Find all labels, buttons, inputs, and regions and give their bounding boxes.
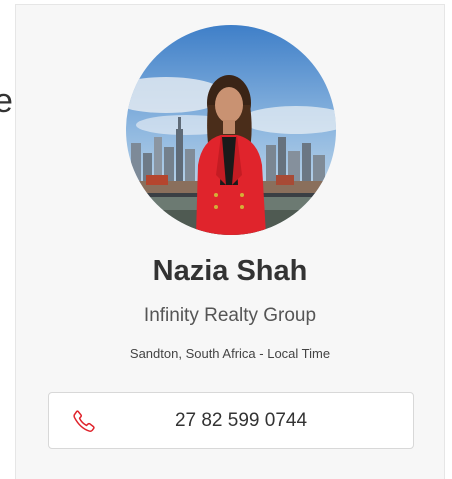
- agent-card: Nazia Shah Infinity Realty Group Sandton…: [15, 4, 445, 479]
- agent-avatar: [126, 25, 336, 235]
- agent-name: Nazia Shah: [152, 255, 308, 287]
- agent-company: Infinity Realty Group: [143, 305, 317, 326]
- phone-number: 27 82 599 0744: [174, 410, 308, 431]
- clipped-edge-text: e: [0, 82, 13, 120]
- agent-location: Sandton, South Africa - Local Time: [129, 346, 331, 361]
- page: e Nazia Shah Infinity Realty Group Sandt…: [0, 0, 452, 479]
- phone-button[interactable]: 27 82 599 0744: [48, 392, 414, 449]
